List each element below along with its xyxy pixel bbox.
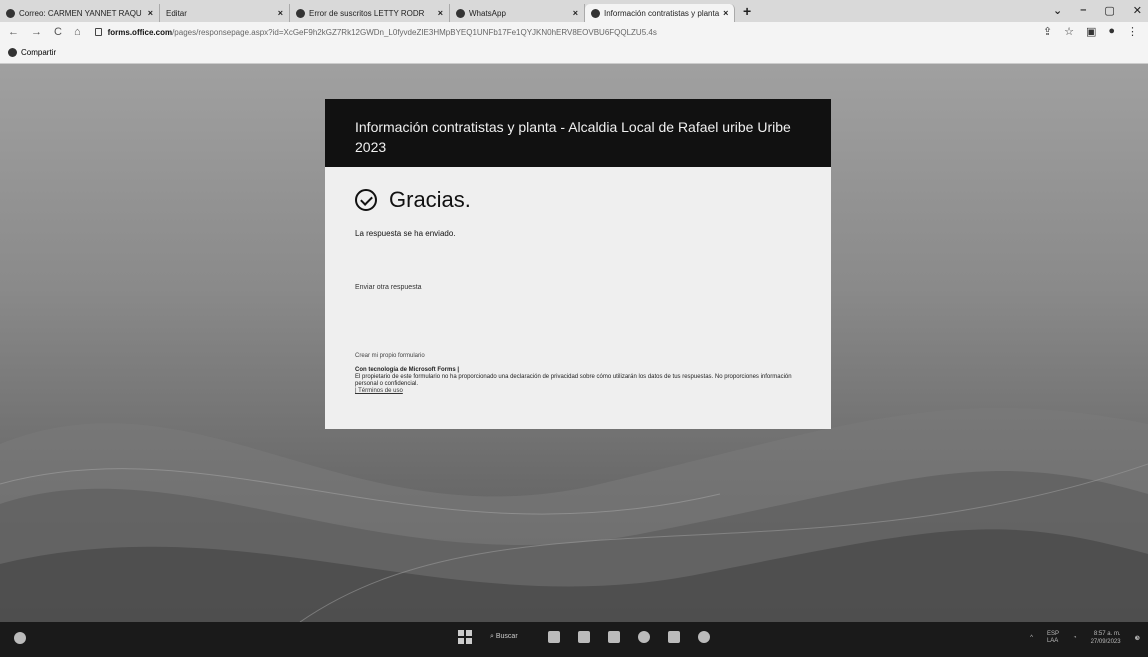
language-indicator[interactable]: ESP LAA xyxy=(1047,631,1059,645)
share-icon[interactable]: ⇪ xyxy=(1043,25,1052,38)
video-call-icon[interactable] xyxy=(578,631,590,643)
tab-title: Información contratistas y planta xyxy=(604,8,720,18)
address-bar-row: ← → C ⌂ forms.office.com/pages/responsep… xyxy=(0,22,1148,42)
whatsapp-icon xyxy=(456,8,465,18)
profile-icon[interactable]: ● xyxy=(1108,25,1115,38)
date: 27/09/2023 xyxy=(1090,639,1121,645)
close-tab-icon[interactable]: × xyxy=(278,8,283,18)
tab-title: Correo: CARMEN YANNET RAQU xyxy=(19,8,142,18)
search-box[interactable]: ⌕ Buscar xyxy=(490,633,530,641)
tab-editar[interactable]: Editar × xyxy=(160,4,290,22)
bookmark-icon xyxy=(8,48,17,57)
create-form-link[interactable]: Crear mi propio formulario xyxy=(355,353,801,359)
powered-by: Con tecnología de Microsoft Forms | xyxy=(355,367,460,373)
check-circle-icon xyxy=(355,189,377,211)
terms-link[interactable]: | Términos de uso xyxy=(355,388,801,395)
thanks-row: Gracias. xyxy=(355,187,801,213)
clock[interactable]: 8:57 a. m. 27/09/2023 xyxy=(1091,630,1121,646)
notification-icon[interactable]: ❸ xyxy=(1135,635,1140,642)
form-footer: Con tecnología de Microsoft Forms | El p… xyxy=(355,367,801,395)
close-tab-icon[interactable]: × xyxy=(723,8,728,18)
network-icon[interactable]: ◔ xyxy=(1073,635,1077,641)
system-tray: ^ ESP LAA ◔ 8:57 a. m. 27/09/2023 ❸ xyxy=(1030,630,1140,646)
tab-forms-active[interactable]: Información contratistas y planta × xyxy=(585,4,735,22)
window-controls: ⌄ – ▢ ✕ xyxy=(1053,4,1142,17)
privacy-note: El propietario de este formulario no ha … xyxy=(355,374,792,387)
maximize-button[interactable]: ▢ xyxy=(1104,4,1114,17)
thanks-heading: Gracias. xyxy=(389,187,471,212)
tab-outlook[interactable]: Correo: CARMEN YANNET RAQU × xyxy=(0,4,160,22)
task-view-icon[interactable] xyxy=(548,631,560,643)
toolbar-icons: ⇪ ☆ ▣ ● ⋮ xyxy=(1043,25,1138,38)
bookmarks-bar: Compartir xyxy=(0,42,1148,64)
close-tab-icon[interactable]: × xyxy=(438,8,443,18)
star-icon[interactable]: ☆ xyxy=(1064,25,1074,38)
url-path: /pages/responsepage.aspx?id=XcGeF9h2kGZ7… xyxy=(172,27,657,37)
time: 8:57 a. m. xyxy=(1093,631,1121,637)
taskbar-apps: ⌕ Buscar xyxy=(458,630,710,644)
search-label: Buscar xyxy=(495,633,518,640)
taskbar: ⌕ Buscar ^ ESP LAA ◔ 8:57 a. m. 27/09/20… xyxy=(0,622,1148,657)
chevron-down-icon[interactable]: ⌄ xyxy=(1053,4,1062,17)
confirmation-card: Información contratistas y planta - Alca… xyxy=(325,99,831,429)
file-explorer-icon[interactable] xyxy=(608,631,620,643)
forms-icon xyxy=(591,8,600,18)
page-content: Información contratistas y planta - Alca… xyxy=(0,64,1148,622)
close-window-button[interactable]: ✕ xyxy=(1133,4,1142,17)
bookmark-item[interactable]: Compartir xyxy=(21,48,56,57)
globe-icon xyxy=(296,8,305,18)
reload-button[interactable]: C xyxy=(54,26,62,38)
store-icon[interactable] xyxy=(668,631,680,643)
close-tab-icon[interactable]: × xyxy=(148,8,153,18)
tab-title: WhatsApp xyxy=(469,8,506,18)
sent-message: La respuesta se ha enviado. xyxy=(355,229,456,238)
outlook-icon xyxy=(6,8,15,18)
tab-title: Error de suscritos LETTY RODR xyxy=(309,8,425,18)
tab-title: Editar xyxy=(166,8,187,18)
nav-buttons: ← → C ⌂ xyxy=(0,26,81,38)
edge-icon[interactable] xyxy=(638,631,650,643)
menu-icon[interactable]: ⋮ xyxy=(1127,25,1138,38)
tab-whatsapp[interactable]: WhatsApp × xyxy=(450,4,585,22)
card-body: Gracias. La respuesta se ha enviado. Env… xyxy=(325,167,831,395)
chevron-up-icon[interactable]: ^ xyxy=(1030,635,1033,641)
home-button[interactable]: ⌂ xyxy=(74,26,81,38)
minimize-button[interactable]: – xyxy=(1080,4,1086,17)
lock-icon[interactable] xyxy=(94,28,102,36)
close-tab-icon[interactable]: × xyxy=(573,8,578,18)
form-title: Información contratistas y planta - Alca… xyxy=(355,119,791,155)
form-header: Información contratistas y planta - Alca… xyxy=(325,99,831,167)
weather-icon[interactable] xyxy=(14,632,26,644)
tab-error[interactable]: Error de suscritos LETTY RODR × xyxy=(290,4,450,22)
forward-button[interactable]: → xyxy=(31,26,42,38)
tab-strip: Correo: CARMEN YANNET RAQU × Editar × Er… xyxy=(0,0,1148,22)
another-response-link[interactable]: Enviar otra respuesta xyxy=(355,284,801,291)
sidebar-icon[interactable]: ▣ xyxy=(1086,25,1096,38)
new-tab-button[interactable]: + xyxy=(743,3,751,19)
back-button[interactable]: ← xyxy=(8,26,19,38)
chrome-icon[interactable] xyxy=(698,631,710,643)
start-icon[interactable] xyxy=(458,630,472,644)
url-field[interactable]: forms.office.com/pages/responsepage.aspx… xyxy=(94,27,657,37)
url-domain: forms.office.com xyxy=(107,27,173,37)
